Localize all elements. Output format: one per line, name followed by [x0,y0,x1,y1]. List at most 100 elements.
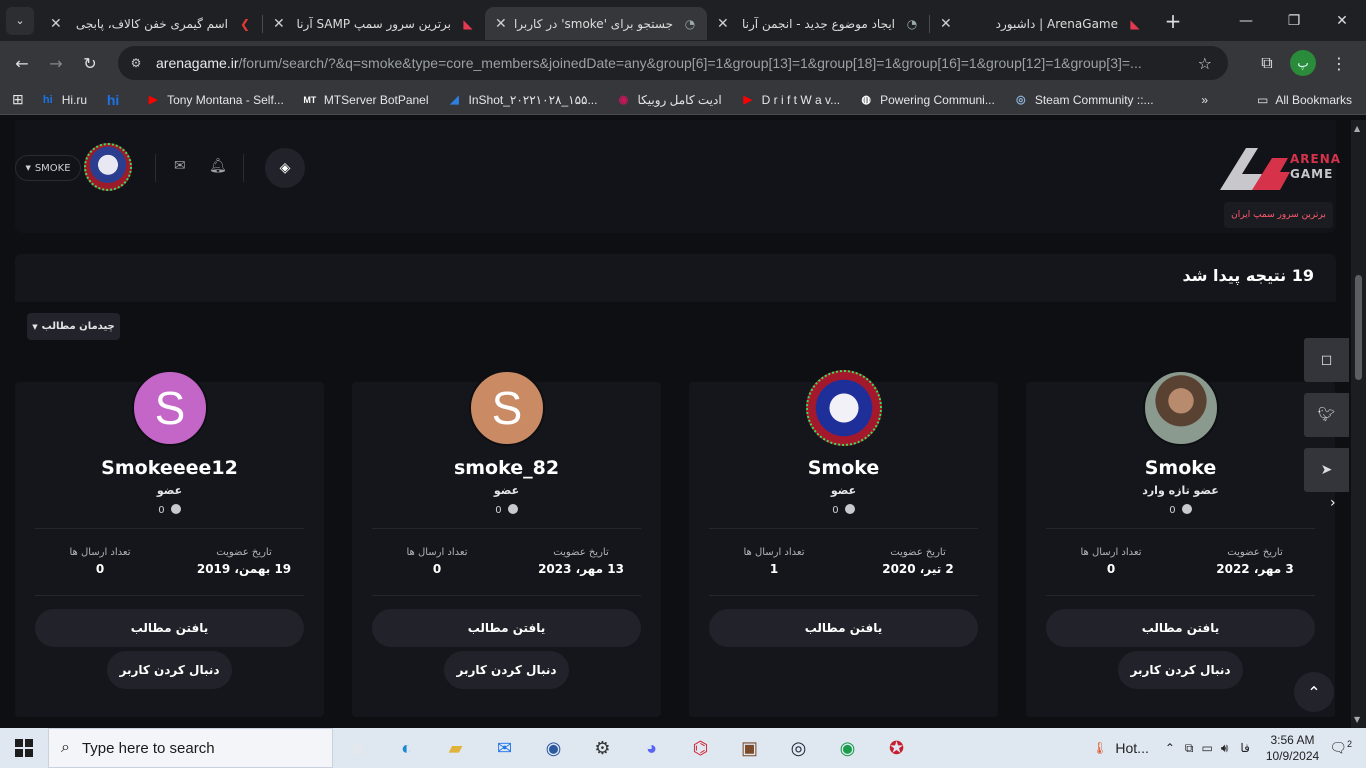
app-icon[interactable]: ◉ [529,728,578,768]
tab-4[interactable]: ◣ ArenaGame | داشبورد ✕ [930,7,1152,40]
new-tab-button[interactable]: + [1158,6,1188,36]
find-content-button[interactable]: یافتن مطالب [709,609,978,647]
chrome-icon[interactable]: ◉ [823,728,872,768]
bookmark-hi-ru[interactable]: hi Hi.ru [40,92,87,108]
forward-icon[interactable]: → [39,46,73,80]
tab-3[interactable]: ◔ ایجاد موضوع جدید - انجمن آرنا ✕ [707,7,929,40]
scroll-up-icon[interactable]: ▲ [1354,124,1360,133]
scrollbar-thumb[interactable] [1355,275,1362,380]
scroll-down-icon[interactable]: ▼ [1354,715,1360,724]
settings-icon[interactable]: ⚙ [578,728,627,768]
follow-user-button[interactable]: دنبال کردن کاربر [1118,651,1243,689]
all-bookmarks[interactable]: ▭ All Bookmarks [1257,93,1352,107]
find-content-button[interactable]: یافتن مطالب [1046,609,1315,647]
minimize-icon[interactable]: — [1222,0,1270,41]
tab-close-icon[interactable]: ✕ [940,16,952,32]
follow-user-button[interactable]: دنبال کردن کاربر [444,651,569,689]
bookmark-powering[interactable]: ◍ Powering Communi... [858,92,995,108]
member-avatar[interactable] [806,370,882,446]
app-icon[interactable]: ⌬ [676,728,725,768]
edge-icon[interactable]: ◐ [382,728,431,768]
divider [35,595,304,596]
site-info-icon[interactable]: ⚙ [124,51,148,75]
tab-2-active[interactable]: ◔ جستجو برای 'smoke' در کاربران ✕ [485,7,707,40]
menu-icon[interactable]: ⋮ [1322,46,1356,80]
tab-close-icon[interactable]: ✕ [495,16,507,32]
envelope-icon[interactable]: ✉ [174,158,186,174]
notification-count: 2 [1346,739,1352,750]
member-avatar[interactable]: S [132,370,208,446]
follow-user-button[interactable]: دنبال کردن کاربر [107,651,232,689]
bookmarks-overflow-icon[interactable]: » [1201,93,1208,107]
user-menu[interactable]: ▼ SMOKE [15,155,81,181]
divider [243,154,244,182]
profile-avatar[interactable]: پ [1290,50,1316,76]
bookmarks-bar: ⊞ hi Hi.ru hi ▶ Tony Montana - Self... MT M… [0,85,1366,115]
logo-line-2: GAME [1290,167,1334,181]
find-content-button[interactable]: یافتن مطالب [372,609,641,647]
instagram-icon[interactable]: ◻ [1304,338,1349,382]
reload-icon[interactable]: ↻ [73,46,107,80]
member-avatar[interactable] [1143,370,1219,446]
twitter-icon[interactable]: 🐦︎ [1304,393,1349,437]
extensions-icon[interactable]: ⧉ [1250,46,1284,80]
bookmark-mtserver[interactable]: MT MTServer BotPanel [302,92,428,108]
member-avatar[interactable]: S [469,370,545,446]
tab-title: برترین سرور سمپ SAMP آرنا گیم [293,16,451,31]
scroll-to-top-button[interactable]: ⌃ [1294,672,1334,712]
network-icon[interactable]: ▭ [1202,741,1213,755]
steam-icon[interactable]: ◎ [774,728,823,768]
back-icon[interactable]: ← [5,46,39,80]
find-content-button[interactable]: یافتن مطالب [35,609,304,647]
user-avatar[interactable] [84,143,132,191]
bookmark-tony-montana[interactable]: ▶ Tony Montana - Self... [145,92,284,108]
tab-0[interactable]: ❯ اسم گیمری خفن کالاف، پابجی ✕ [40,7,262,40]
url-text[interactable]: arenagame.ir/forum/search/?&q=smoke&type… [156,55,1186,71]
bookmark-steam[interactable]: ◎ Steam Community ::... [1013,92,1154,108]
notifications-icon[interactable]: 🗨︎2 [1329,739,1352,757]
page-scrollbar[interactable]: ▲ ▼ [1351,120,1366,728]
bell-icon[interactable]: 🔔︎ [209,158,227,174]
windows-start-icon[interactable] [0,728,48,768]
apps-icon[interactable]: ⊞ [12,91,24,108]
app-icon[interactable]: ✪ [872,728,921,768]
globe-icon: ◍ [861,94,871,106]
bookmark-driftwave[interactable]: ▶ D r i f t W a v... [740,92,840,108]
mail-icon[interactable]: ✉ [480,728,529,768]
member-name[interactable]: Smokeeee12 [15,457,324,479]
game-icon[interactable]: ▣ [725,728,774,768]
layout-button[interactable]: چیدمان مطالب ▼ [27,313,120,340]
tray-app-icon[interactable]: ⧉ [1185,741,1194,756]
posts-stat: تعداد ارسال ها 0 [40,547,160,576]
tab-1[interactable]: ◣ برترین سرور سمپ SAMP آرنا گیم ✕ [263,7,485,40]
bookmark-hi[interactable]: hi [105,92,127,108]
tab-close-icon[interactable]: ✕ [50,16,62,32]
bookmark-rubika[interactable]: ◉ ادیت کامل روبیکا [615,92,722,108]
taskbar-search[interactable]: ⌕ Type here to search [48,728,333,768]
discord-icon[interactable]: ◕ [627,728,676,768]
address-bar[interactable]: ⚙ arenagame.ir/forum/search/?&q=smoke&ty… [118,46,1228,80]
bookmark-label: InShot_۲۰۲۲۱۰۲۸_۱۵۵... [468,92,598,107]
file-explorer-icon[interactable]: ▰ [431,728,480,768]
tab-close-icon[interactable]: ✕ [717,16,729,32]
theme-toggle-icon[interactable]: ◈ [265,148,305,188]
member-name[interactable]: smoke_82 [352,457,661,479]
close-window-icon[interactable]: ✕ [1318,0,1366,41]
bookmark-label: D r i f t W a v... [761,92,841,107]
tab-close-icon[interactable]: ✕ [273,16,285,32]
bookmark-inshot[interactable]: ◢ InShot_۲۰۲۲۱۰۲۸_۱۵۵... [447,92,598,108]
weather-text[interactable]: Hot... [1115,740,1148,756]
volume-icon[interactable]: 🔊︎ [1221,741,1229,756]
telegram-icon[interactable]: ➤ [1304,448,1349,492]
bookmark-star-icon[interactable]: ☆ [1198,54,1212,73]
restore-icon[interactable]: ❐ [1270,0,1318,41]
task-view-icon[interactable]: ⧈ [333,728,382,768]
language-indicator[interactable]: فا [1240,741,1249,755]
tab-search-button[interactable]: ⌄ [6,6,34,35]
chevron-right-icon[interactable]: › [1330,495,1336,511]
clock[interactable]: 3:56 AM 10/9/2024 [1266,732,1319,764]
member-name[interactable]: Smoke [689,457,998,479]
chevron-up-icon[interactable]: ⌃ [1165,741,1175,755]
weather-icon[interactable]: 🌡︎ [1092,741,1107,755]
member-name[interactable]: Smoke [1026,457,1335,479]
